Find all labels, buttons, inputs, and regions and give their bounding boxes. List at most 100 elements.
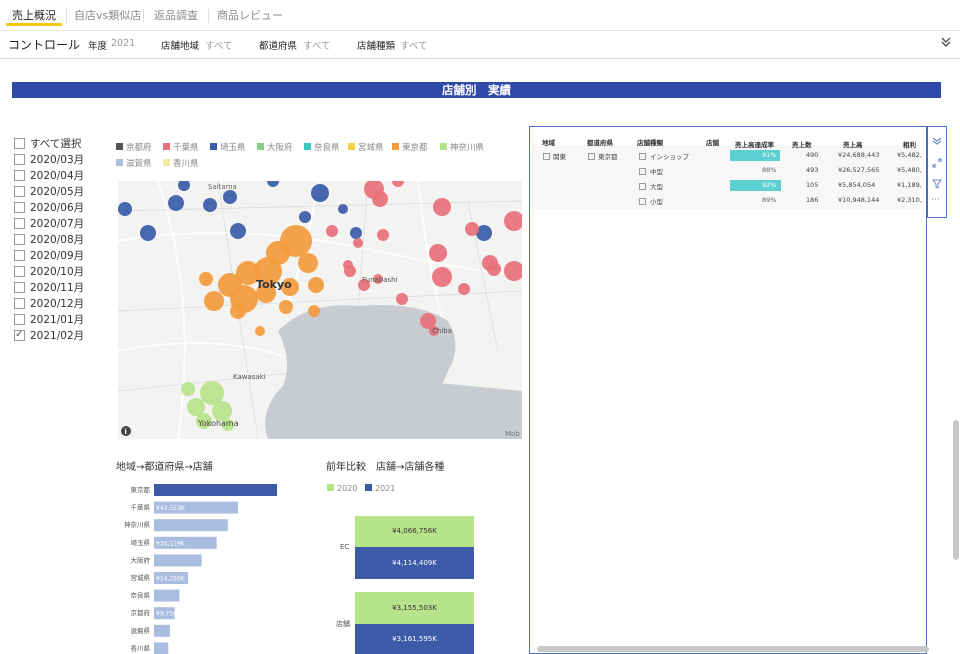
- checkbox-icon[interactable]: [14, 281, 25, 293]
- legend-item[interactable]: 大阪府: [257, 141, 293, 153]
- filter-store-type-label[interactable]: 店舗種類: [357, 38, 395, 52]
- cell-store-type[interactable]: インショップ: [650, 151, 689, 161]
- slicer-item[interactable]: 2020/07月: [14, 217, 84, 233]
- store-bubble[interactable]: [230, 223, 246, 239]
- cell-store-type[interactable]: 大型: [650, 181, 663, 191]
- store-bubble[interactable]: [308, 305, 320, 317]
- col-header-sales[interactable]: 売上高: [843, 139, 863, 149]
- checkbox-checked-icon[interactable]: [14, 328, 25, 342]
- checkbox-icon[interactable]: [14, 137, 25, 149]
- slicer-item[interactable]: 2020/11月: [14, 281, 84, 297]
- checkbox-icon[interactable]: [14, 201, 25, 213]
- prefecture-bar[interactable]: [154, 554, 202, 567]
- expand-box-icon[interactable]: [639, 198, 646, 205]
- store-bubble[interactable]: [432, 267, 452, 287]
- focus-mode-icon[interactable]: [932, 153, 942, 172]
- legend-item[interactable]: 宮城県: [348, 141, 384, 153]
- store-bubble[interactable]: [118, 202, 132, 216]
- row-expand-prefecture[interactable]: 東京都: [588, 151, 618, 161]
- slicer-item[interactable]: 2020/09月: [14, 249, 84, 265]
- bar-ec-2020[interactable]: ¥4,066,756K: [355, 516, 474, 547]
- bar-store-2020[interactable]: ¥3,155,503K: [355, 592, 474, 624]
- store-bubble[interactable]: [230, 303, 246, 319]
- table-horizontal-scrollbar[interactable]: [537, 646, 929, 652]
- store-bubble[interactable]: [181, 382, 195, 396]
- slicer-item[interactable]: すべて選択: [14, 137, 81, 153]
- map-canvas[interactable]: Saitama Tokyo Funabashi Chiba Kawasaki Y…: [118, 181, 522, 439]
- col-header-prefecture[interactable]: 都道府県: [587, 137, 613, 147]
- store-bubble[interactable]: [458, 283, 470, 295]
- store-bubble[interactable]: [140, 225, 156, 241]
- filter-year-value[interactable]: 2021: [111, 38, 135, 49]
- store-bubble[interactable]: [377, 229, 389, 241]
- legend-item[interactable]: 神奈川県: [440, 141, 484, 153]
- slicer-item[interactable]: 2020/08月: [14, 233, 84, 249]
- col-header-gross-profit[interactable]: 粗利: [903, 139, 916, 149]
- legend-item[interactable]: 東京都: [392, 141, 428, 153]
- collapse-box-icon[interactable]: [588, 152, 595, 160]
- prefecture-bar[interactable]: [154, 624, 170, 637]
- store-bubble[interactable]: [372, 191, 388, 207]
- legend-item[interactable]: 香川県: [163, 157, 199, 169]
- store-bubble[interactable]: [311, 184, 329, 202]
- legend-item[interactable]: 埼玉県: [210, 141, 246, 153]
- prefecture-bar[interactable]: [154, 484, 277, 496]
- col-header-region[interactable]: 地域: [542, 137, 555, 147]
- slicer-item[interactable]: 2020/10月: [14, 265, 84, 281]
- col-header-store[interactable]: 店舗: [706, 137, 719, 147]
- filter-store-type-value[interactable]: すべて: [400, 38, 427, 52]
- prefecture-bar[interactable]: [154, 589, 180, 602]
- legend-item[interactable]: 京都府: [116, 141, 152, 153]
- store-bubble[interactable]: [353, 238, 363, 248]
- filter-store-region-value[interactable]: すべて: [205, 38, 232, 52]
- store-bubble[interactable]: [199, 272, 213, 286]
- page-vertical-scrollbar[interactable]: [953, 420, 959, 560]
- store-bubble[interactable]: [298, 253, 318, 273]
- store-bubble[interactable]: [279, 300, 293, 314]
- store-bubble[interactable]: [308, 277, 324, 293]
- col-header-store-type[interactable]: 店舗種類: [637, 137, 663, 147]
- bar-store-2021[interactable]: ¥3,161,595K: [355, 624, 474, 654]
- checkbox-icon[interactable]: [14, 233, 25, 245]
- prefecture-bar[interactable]: [154, 519, 228, 532]
- store-bubble[interactable]: [396, 293, 408, 305]
- store-bubble[interactable]: [465, 222, 479, 236]
- legend-item[interactable]: 奈良県: [304, 141, 340, 153]
- store-bubble[interactable]: [482, 255, 498, 271]
- checkbox-icon[interactable]: [14, 297, 25, 309]
- store-bubble[interactable]: [203, 198, 217, 212]
- store-map[interactable]: Saitama Tokyo Funabashi Chiba Kawasaki Y…: [118, 181, 522, 439]
- filter-icon[interactable]: [932, 174, 942, 193]
- bar-ec-2021[interactable]: ¥4,114,409K: [355, 547, 474, 579]
- more-options-icon[interactable]: ⋯: [931, 195, 940, 205]
- legend-item[interactable]: 滋賀県: [116, 157, 152, 169]
- expand-box-icon[interactable]: [639, 183, 646, 190]
- collapse-chevron-icon[interactable]: [940, 36, 952, 51]
- store-bubble[interactable]: [350, 227, 362, 239]
- slicer-item[interactable]: 2021/02月: [14, 328, 84, 345]
- store-bubble[interactable]: [204, 291, 224, 311]
- tab-sales-overview[interactable]: 売上概況: [6, 6, 62, 26]
- col-header-achievement-rate[interactable]: 売上高達成率: [735, 139, 774, 149]
- store-bubble[interactable]: [338, 204, 348, 214]
- collapse-box-icon[interactable]: [543, 152, 550, 160]
- slicer-item[interactable]: 2020/04月: [14, 169, 84, 185]
- store-bubble[interactable]: [343, 260, 353, 270]
- col-header-sales-count[interactable]: 売上数: [792, 139, 812, 149]
- slicer-item[interactable]: 2020/03月: [14, 153, 84, 169]
- checkbox-icon[interactable]: [14, 217, 25, 229]
- slicer-item[interactable]: 2020/05月: [14, 185, 84, 201]
- store-bubble[interactable]: [433, 198, 451, 216]
- checkbox-icon[interactable]: [14, 185, 25, 197]
- filter-year-label[interactable]: 年度: [88, 38, 107, 52]
- store-bubble[interactable]: [429, 244, 447, 262]
- store-bubble[interactable]: [212, 401, 232, 421]
- tab-product-review[interactable]: 商品レビュー: [211, 6, 289, 26]
- store-bubble[interactable]: [168, 195, 184, 211]
- store-bubble[interactable]: [255, 326, 265, 336]
- slicer-item[interactable]: 2021/01月: [14, 313, 84, 329]
- filter-prefecture-label[interactable]: 都道府県: [259, 38, 297, 52]
- store-bubble[interactable]: [326, 225, 338, 237]
- checkbox-icon[interactable]: [14, 249, 25, 261]
- store-bubble[interactable]: [223, 190, 237, 204]
